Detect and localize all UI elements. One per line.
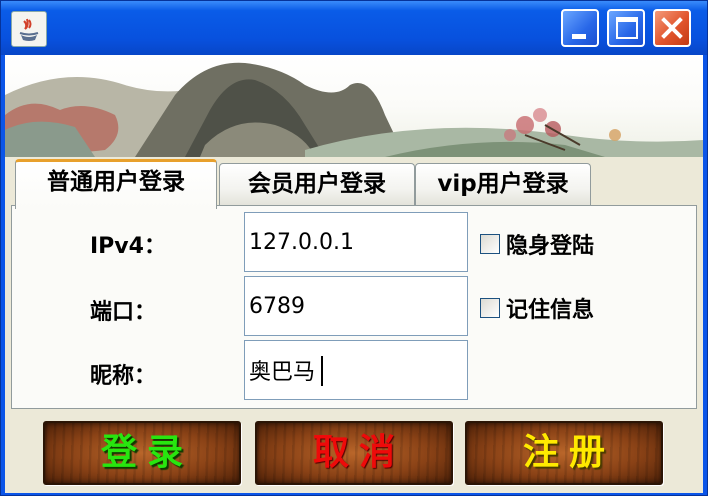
cancel-button[interactable]: 取消 bbox=[255, 421, 453, 485]
nickname-label: 昵称： bbox=[90, 364, 157, 389]
ipv4-label: IPv4： bbox=[90, 234, 166, 259]
port-label: 端口： bbox=[90, 300, 157, 325]
button-strip: 登录 取消 注册 bbox=[5, 409, 703, 493]
ipv4-field[interactable] bbox=[244, 212, 468, 272]
invisible-login-checkbox[interactable]: 隐身登陆 bbox=[480, 228, 594, 260]
register-button[interactable]: 注册 bbox=[465, 421, 663, 485]
java-coffee-icon[interactable] bbox=[11, 11, 47, 47]
remember-info-label[interactable]: 记住信息 bbox=[506, 292, 594, 324]
login-form-panel: IPv4： 端口： 昵称： 隐身登陆 记住信息 bbox=[11, 205, 697, 409]
close-icon[interactable] bbox=[653, 9, 691, 47]
remember-info-checkbox[interactable]: 记住信息 bbox=[480, 292, 594, 324]
nickname-field[interactable] bbox=[244, 340, 468, 400]
tab-normal-user-login[interactable]: 普通用户登录 bbox=[15, 159, 217, 209]
login-button[interactable]: 登录 bbox=[43, 421, 241, 485]
login-type-tabs: 普通用户登录 会员用户登录 vip用户登录 bbox=[5, 157, 703, 209]
text-caret bbox=[321, 356, 323, 386]
tab-vip-user-login[interactable]: vip用户登录 bbox=[415, 163, 591, 207]
checkbox-box[interactable] bbox=[480, 298, 500, 318]
tab-member-user-login[interactable]: 会员用户登录 bbox=[219, 163, 415, 207]
port-field[interactable] bbox=[244, 276, 468, 336]
login-window: 普通用户登录 会员用户登录 vip用户登录 IPv4： 端口： 昵称： 隐身登陆… bbox=[0, 0, 708, 496]
landscape-banner-image bbox=[5, 55, 703, 157]
title-bar[interactable] bbox=[1, 1, 707, 55]
invisible-login-label[interactable]: 隐身登陆 bbox=[506, 228, 594, 260]
checkbox-box[interactable] bbox=[480, 234, 500, 254]
client-area: 普通用户登录 会员用户登录 vip用户登录 IPv4： 端口： 昵称： 隐身登陆… bbox=[5, 55, 703, 493]
maximize-icon[interactable] bbox=[607, 9, 645, 47]
minimize-icon[interactable] bbox=[561, 9, 599, 47]
